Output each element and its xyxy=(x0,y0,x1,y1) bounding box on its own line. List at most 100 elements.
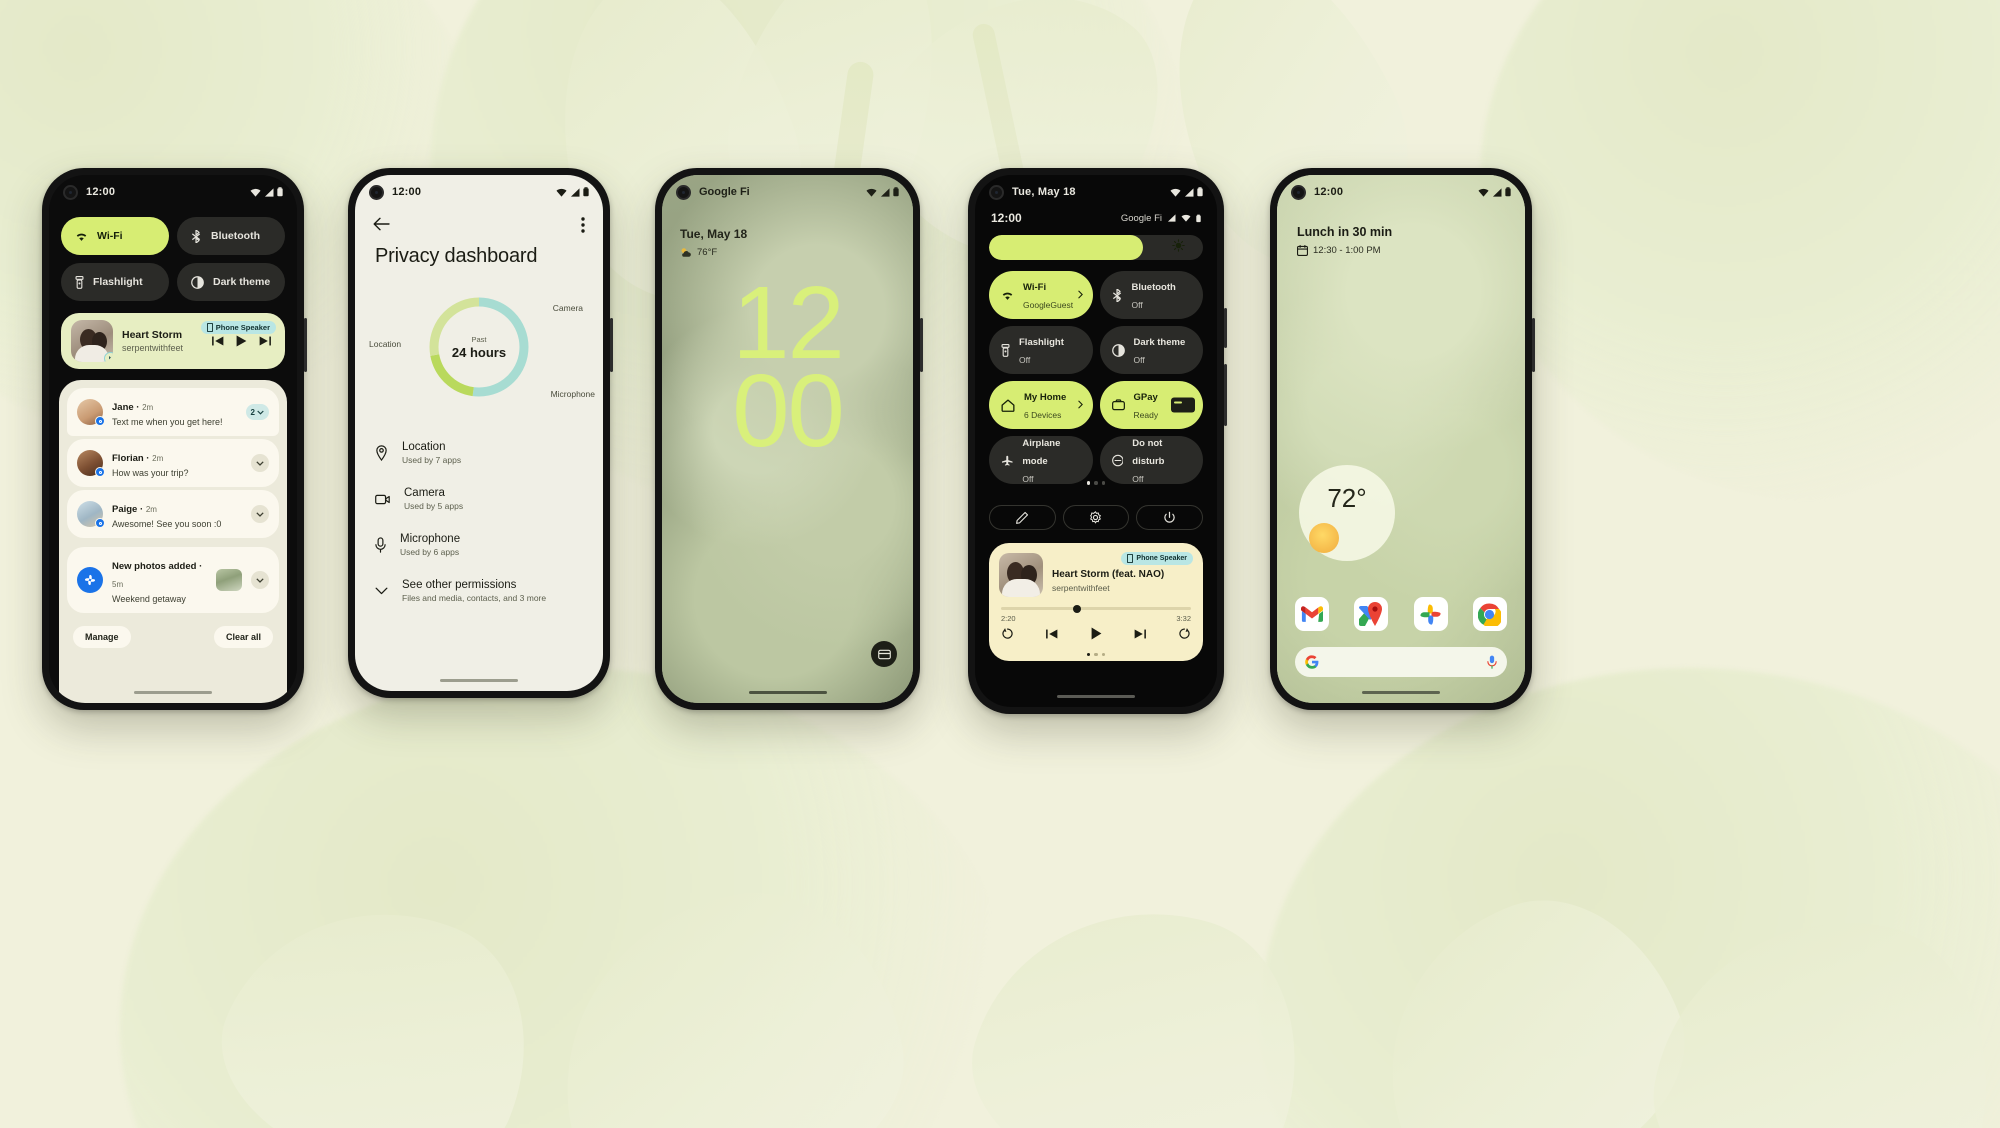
home-gesture-bar[interactable] xyxy=(748,691,827,694)
next-icon[interactable] xyxy=(259,336,271,346)
at-a-glance-title[interactable]: Lunch in 30 min xyxy=(1297,225,1392,239)
qs-tile-dark-theme[interactable]: Dark theme Off xyxy=(1099,326,1203,374)
play-icon[interactable] xyxy=(1091,627,1102,640)
expand-chevron-button[interactable] xyxy=(251,454,269,472)
qs-page-indicator[interactable] xyxy=(975,481,1217,485)
media-elapsed: 2:20 xyxy=(1001,614,1016,623)
forward-30-icon[interactable] xyxy=(1178,627,1191,640)
expand-chevron-button[interactable] xyxy=(251,571,269,589)
qs-tile-sublabel: Off xyxy=(1133,355,1145,365)
see-other-permissions-row[interactable]: See other permissions Files and media, c… xyxy=(373,568,585,614)
qs-tile-label: My Home xyxy=(1024,392,1067,403)
quick-settings-grid: Wi-Fi Bluetooth Flashlight Dark theme xyxy=(61,217,285,301)
status-time: 12:00 xyxy=(1314,186,1344,198)
more-vert-icon xyxy=(581,217,585,233)
qs-tile-flashlight[interactable]: Flashlight xyxy=(61,263,169,301)
notification-title: Jane · 2m xyxy=(112,402,154,413)
signal-icon xyxy=(1184,187,1194,197)
home-gesture-bar[interactable] xyxy=(1362,691,1440,694)
weather-widget[interactable]: 72° xyxy=(1299,465,1395,561)
notification-row[interactable]: New photos added · 5m Weekend getaway xyxy=(67,547,279,613)
back-button[interactable] xyxy=(373,217,390,236)
notification-row[interactable]: Paige · 2m Awesome! See you soon :0 xyxy=(67,490,279,538)
media-page-indicator[interactable] xyxy=(989,652,1203,656)
qs-tile-my-home[interactable]: My Home 6 Devices xyxy=(989,381,1093,429)
signal-icon xyxy=(880,187,890,197)
qs-tile-airplane-mode[interactable]: Airplane mode Off xyxy=(989,436,1093,484)
qs-tile-flashlight[interactable]: Flashlight Off xyxy=(989,326,1093,374)
qs-tile-gpay[interactable]: GPay Ready xyxy=(1099,381,1203,429)
play-icon[interactable] xyxy=(236,335,247,347)
notification-thumbnail xyxy=(216,569,242,591)
previous-icon[interactable] xyxy=(212,336,224,346)
chevron-right-icon[interactable] xyxy=(1077,396,1083,414)
phone-icon xyxy=(1127,554,1134,563)
qs-tile-wifi[interactable]: Wi-Fi xyxy=(61,217,169,255)
photos-app-icon xyxy=(77,567,103,593)
brightness-icon xyxy=(1172,238,1185,252)
notification-row[interactable]: Florian · 2m How was your trip? xyxy=(67,439,279,487)
album-art xyxy=(999,553,1043,597)
home-gesture-bar[interactable] xyxy=(440,679,518,682)
see-other-permissions-sublabel: Files and media, contacts, and 3 more xyxy=(402,593,547,603)
maps-app-icon[interactable] xyxy=(1354,597,1389,631)
qs-tile-dark-theme[interactable]: Dark theme xyxy=(177,263,285,301)
album-art xyxy=(71,320,113,362)
chevron-right-icon[interactable] xyxy=(1077,286,1083,304)
lock-screen-clock: 12 00 xyxy=(662,271,913,468)
page-title: Privacy dashboard xyxy=(375,245,538,267)
status-bar: 12:00 xyxy=(1277,175,1525,209)
qs-tile-bluetooth[interactable]: Bluetooth xyxy=(177,217,285,255)
secondary-status-row: 12:00 Google Fi xyxy=(991,211,1201,225)
replay-10-icon[interactable] xyxy=(1001,627,1014,640)
permission-row-microphone[interactable]: Microphone Used by 6 apps xyxy=(373,522,585,568)
do-not-disturb-icon xyxy=(1111,454,1124,466)
wifi-icon xyxy=(250,188,261,197)
gmail-app-icon[interactable] xyxy=(1295,597,1329,631)
permission-row-location[interactable]: Location Used by 7 apps xyxy=(373,430,585,476)
manage-button[interactable]: Manage xyxy=(73,626,131,648)
edit-tiles-button[interactable] xyxy=(989,505,1056,530)
google-search-bar[interactable] xyxy=(1295,647,1507,677)
power-button[interactable] xyxy=(1136,505,1203,530)
payment-card-thumbnail xyxy=(1171,397,1195,413)
photos-app-icon[interactable] xyxy=(1413,597,1448,631)
clock-minutes: 00 xyxy=(732,352,845,468)
signal-icon xyxy=(1492,187,1502,197)
notification-row[interactable]: Jane · 2m Text me when you get here! 2 xyxy=(67,388,279,436)
home-gesture-bar[interactable] xyxy=(134,691,212,694)
clear-all-button[interactable]: Clear all xyxy=(213,626,273,648)
chevron-down-icon xyxy=(375,587,388,595)
back-arrow-icon xyxy=(373,217,390,231)
chrome-app-icon[interactable] xyxy=(1472,597,1507,631)
permission-sublabel: Used by 7 apps xyxy=(402,455,462,465)
signal-icon xyxy=(1167,214,1176,222)
permission-row-camera[interactable]: Camera Used by 5 apps xyxy=(373,476,585,522)
media-player-card[interactable]: Heart Storm (feat. NAO) serpentwithfeet … xyxy=(989,543,1203,661)
settings-button[interactable] xyxy=(1062,505,1130,530)
next-icon[interactable] xyxy=(1134,629,1146,639)
media-player-card[interactable]: Heart Storm serpentwithfeet Phone Speake… xyxy=(61,313,285,369)
qs-tile-do-not-disturb[interactable]: Do not disturb Off xyxy=(1099,436,1203,484)
expand-chevron-button[interactable] xyxy=(251,505,269,523)
overflow-menu-button[interactable] xyxy=(581,217,585,238)
settings-gear-icon xyxy=(1090,511,1102,524)
chevron-down-icon xyxy=(257,410,264,415)
output-chip[interactable]: Phone Speaker xyxy=(1121,552,1193,565)
qs-tile-label: Flashlight xyxy=(1019,337,1064,348)
phone-quick-settings: Tue, May 18 12:00 Google Fi Wi-Fi Google… xyxy=(968,168,1227,714)
phone-privacy-dashboard: 12:00 Privacy dashboard Past 24 hours Lo… xyxy=(348,168,613,698)
qs-tile-wifi[interactable]: Wi-Fi GoogleGuest xyxy=(989,271,1093,319)
media-seekbar[interactable] xyxy=(1001,604,1191,613)
brightness-slider[interactable] xyxy=(989,235,1203,260)
qs-tile-bluetooth[interactable]: Bluetooth Off xyxy=(1099,271,1203,319)
partly-cloudy-icon xyxy=(681,248,691,257)
home-gesture-bar[interactable] xyxy=(1057,695,1135,698)
previous-icon[interactable] xyxy=(1046,629,1058,639)
wifi-icon xyxy=(1181,214,1191,222)
notification-count-badge[interactable]: 2 xyxy=(245,404,269,420)
microphone-icon[interactable] xyxy=(1487,655,1497,669)
output-chip[interactable]: Phone Speaker xyxy=(200,321,276,334)
notification-list: Jane · 2m Text me when you get here! 2 F… xyxy=(59,380,287,703)
wallet-button[interactable] xyxy=(871,641,897,667)
